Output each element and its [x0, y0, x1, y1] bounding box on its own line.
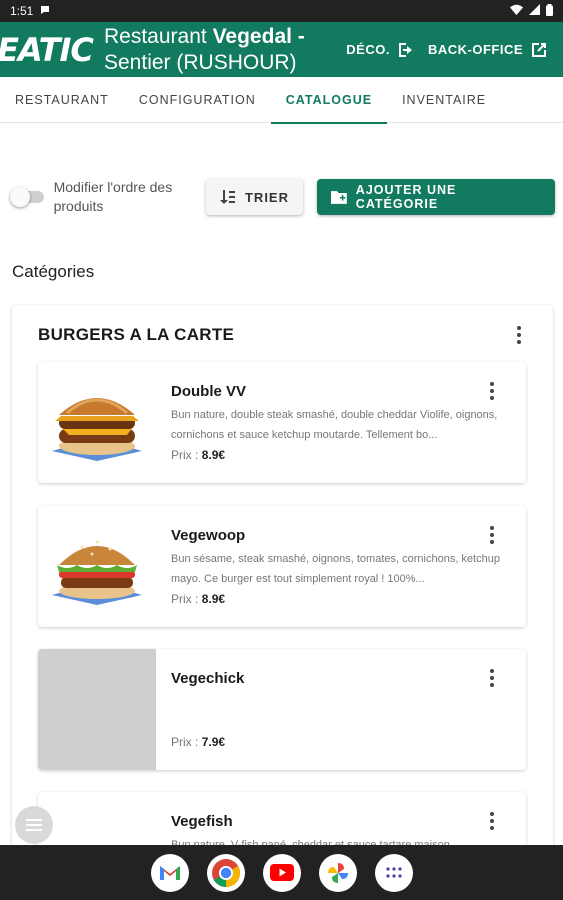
product-name: Vegefish — [171, 813, 233, 830]
reorder-products-toggle[interactable] — [10, 187, 46, 207]
tab-inventaire[interactable]: INVENTAIRE — [387, 77, 501, 123]
signal-icon — [529, 4, 540, 18]
logout-button[interactable]: DÉCO. — [346, 40, 416, 60]
chat-notification-icon — [39, 4, 51, 19]
status-time: 1:51 — [10, 4, 34, 18]
product-price: Prix : 8.9€ — [171, 448, 225, 462]
add-category-button[interactable]: AJOUTER UNE CATÉGORIE — [316, 179, 555, 215]
sort-icon — [219, 190, 235, 204]
tab-restaurant[interactable]: RESTAURANT — [0, 77, 124, 123]
price-label: Prix : — [171, 592, 199, 606]
category-name: BURGERS A LA CARTE — [38, 325, 235, 344]
product-card[interactable]: Vegewoop Bun sésame, steak smashé, oigno… — [38, 506, 526, 627]
price-label: Prix : — [171, 735, 199, 749]
title-line2: Sentier (RUSHOUR) — [104, 50, 297, 74]
status-bar: 1:51 — [0, 0, 563, 22]
open-external-icon — [532, 42, 546, 57]
backoffice-button[interactable]: BACK-OFFICE — [428, 40, 549, 60]
product-description: Bun nature, double steak smashé, double … — [171, 409, 498, 441]
app-header: EATIC Restaurant Vegedal - Sentier (RUSH… — [0, 22, 563, 77]
app-drawer-icon[interactable] — [374, 853, 413, 892]
reorder-toggle-label: Modifier l'ordre des produits — [53, 179, 173, 214]
price-value: 7.9€ — [201, 735, 226, 749]
title-restaurant-name: Vegedal - — [212, 24, 305, 48]
photos-icon[interactable] — [318, 853, 357, 892]
chrome-icon[interactable] — [206, 853, 245, 892]
price-value: 8.9€ — [201, 592, 226, 606]
page-title: Restaurant Vegedal - Sentier (RUSHOUR) — [104, 24, 324, 76]
categories-heading: Catégories — [12, 262, 95, 281]
image-placeholder — [38, 649, 156, 770]
gmail-icon[interactable] — [150, 853, 189, 892]
add-category-label: AJOUTER UNE CATÉGORIE — [355, 183, 457, 211]
product-more-icon[interactable] — [482, 380, 502, 402]
price-value: 8.9€ — [201, 448, 226, 462]
youtube-icon[interactable] — [262, 853, 301, 892]
product-price: Prix : 8.9€ — [171, 592, 225, 606]
sort-button[interactable]: TRIER — [205, 179, 303, 215]
burger-image — [38, 362, 156, 483]
category-more-icon[interactable] — [509, 324, 529, 346]
product-more-icon[interactable] — [482, 667, 502, 689]
tab-catalogue[interactable]: CATALOGUE — [270, 77, 388, 124]
product-more-icon[interactable] — [482, 810, 502, 832]
add-folder-icon — [330, 191, 347, 204]
product-card[interactable]: Double VV Bun nature, double steak smash… — [38, 362, 526, 483]
product-name: Double VV — [171, 383, 247, 400]
product-price: Prix : 7.9€ — [171, 735, 225, 749]
price-label: Prix : — [171, 448, 199, 462]
category-card: BURGERS A LA CARTE Double VV Bun nature,… — [12, 305, 553, 900]
android-dock — [0, 845, 563, 900]
product-description: Bun sésame, steak smashé, oignons, tomat… — [171, 553, 500, 585]
tab-configuration[interactable]: CONFIGURATION — [124, 77, 271, 123]
product-card[interactable]: Vegechick Prix : 7.9€ — [38, 649, 526, 770]
wifi-icon — [510, 4, 523, 18]
logout-label: DÉCO. — [346, 42, 390, 57]
backoffice-label: BACK-OFFICE — [427, 42, 523, 57]
product-name: Vegechick — [171, 670, 245, 687]
menu-icon — [26, 819, 42, 831]
main-tabs: RESTAURANT CONFIGURATION CATALOGUE INVEN… — [0, 77, 563, 124]
title-prefix: Restaurant — [104, 24, 207, 48]
eatic-logo: EATIC — [0, 30, 94, 69]
product-more-icon[interactable] — [482, 524, 502, 546]
product-name: Vegewoop — [171, 527, 246, 544]
logout-icon — [398, 42, 412, 57]
sort-label: TRIER — [244, 189, 289, 205]
floating-menu-button[interactable] — [15, 806, 53, 844]
catalogue-toolbar: Modifier l'ordre des produits TRIER AJOU… — [10, 175, 555, 219]
burger-image — [38, 506, 156, 627]
battery-icon — [546, 3, 553, 19]
